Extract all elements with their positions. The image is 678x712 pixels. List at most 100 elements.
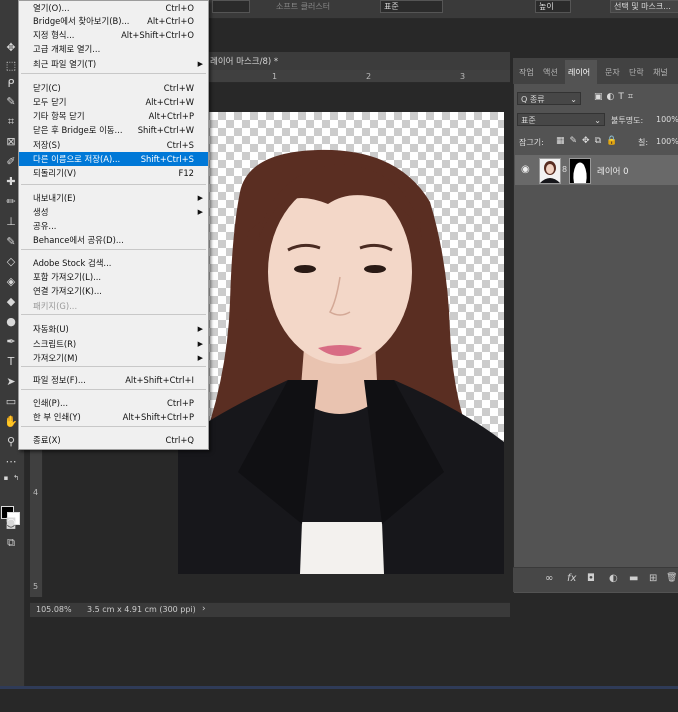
menu-item-label: 공유... [33,221,57,231]
swap-colors-icon[interactable]: ↰ [11,470,21,486]
layer-kind-filter[interactable]: Q 종류 ⌄ [517,92,581,105]
style-select[interactable]: 표준 [380,0,443,13]
menu-item-shortcut: Ctrl+W [163,83,194,93]
type-tool-icon[interactable]: T [3,354,19,370]
menu-item-automate[interactable]: 자동화(U) ▶ [19,322,208,336]
menu-item-label: 닫은 후 Bridge로 이동... [33,125,123,135]
menu-item-open[interactable]: 열기(O)... Ctrl+O [19,1,208,15]
height-field[interactable]: 높이 [535,0,571,13]
layer-thumbnail[interactable] [539,158,561,184]
layer-row[interactable]: ◉ 8 레이어 0 [515,155,678,185]
menu-item-open-as-smart-object[interactable]: 고급 개체로 열기... [19,42,208,56]
menu-item-share-on-behance[interactable]: Behance에서 공유(D)... [19,233,208,247]
eraser-tool-icon[interactable]: ◇ [3,254,19,270]
pen-tool-icon[interactable]: ✒ [3,334,19,350]
opacity-value[interactable]: 100% [656,115,678,124]
tab-character[interactable]: 문자 [605,67,620,78]
menu-item-close-others[interactable]: 기타 항목 닫기 Alt+Ctrl+P [19,109,208,123]
menu-item-revert[interactable]: 되돌리기(V) F12 [19,166,208,180]
menu-item-place-linked[interactable]: 연결 가져오기(K)... [19,284,208,298]
status-menu-chevron-icon[interactable]: › [202,604,206,614]
stamp-tool-icon[interactable]: ⊥ [3,214,19,230]
add-mask-icon[interactable]: ◘ [587,573,595,584]
tab-layers[interactable]: 레이어 [568,67,590,78]
lasso-tool-icon[interactable]: ᑭ [3,76,19,92]
menu-item-export[interactable]: 내보내기(E) ▶ [19,191,208,205]
options-field-2[interactable]: 소프트 클러스터 [272,0,340,13]
frame-tool-icon[interactable]: ⊠ [3,134,19,150]
gradient-tool-icon[interactable]: ◈ [3,274,19,290]
adjustment-layer-icon[interactable]: ◐ [609,573,618,584]
menu-item-label: Behance에서 공유(D)... [33,235,124,245]
menu-item-label: 파일 정보(F)... [33,375,86,385]
history-brush-icon[interactable]: ✎ [3,234,19,250]
menu-item-label: 종료(X) [33,435,61,445]
new-group-icon[interactable]: ▬ [629,573,638,584]
menu-item-browse-in-bridge[interactable]: Bridge에서 찾아보기(B)... Alt+Ctrl+O [19,14,208,28]
menu-item-save[interactable]: 저장(S) Ctrl+S [19,138,208,152]
menu-item-share[interactable]: 공유... [19,219,208,233]
tab-paragraph[interactable]: 단락 [629,67,644,78]
mask-link-icon[interactable]: 8 [562,165,567,174]
blend-mode-select[interactable]: 표준 ⌄ [517,113,605,126]
options-field-1[interactable] [212,0,250,13]
menu-item-import[interactable]: 가져오기(M) ▶ [19,351,208,365]
menu-item-label: 저장(S) [33,140,61,150]
menu-item-close[interactable]: 닫기(C) Ctrl+W [19,81,208,95]
link-layers-icon[interactable]: ∞ [545,573,553,584]
default-colors-icon[interactable]: ▪ [1,470,11,486]
screen-mode-icon[interactable]: ⧉ [3,535,19,551]
menu-item-save-as[interactable]: 다른 이름으로 저장(A)... Shift+Ctrl+S [19,152,208,166]
eyedropper-tool-icon[interactable]: ✐ [3,154,19,170]
path-select-tool-icon[interactable]: ➤ [3,374,19,390]
crop-tool-icon[interactable]: ⌗ [3,114,19,130]
tab-channels[interactable]: 채널 [653,67,668,78]
blur-tool-icon[interactable]: ◆ [3,294,19,310]
menu-item-generate[interactable]: 생성 ▶ [19,205,208,219]
move-tool-icon[interactable]: ✥ [3,40,19,56]
visibility-eye-icon[interactable]: ◉ [521,164,530,175]
more-tools-icon[interactable]: ⋯ [3,454,19,470]
fx-icon[interactable]: fx [567,573,576,584]
document-title: 레이어 마스크/8) * [210,57,279,67]
layer-name[interactable]: 레이어 0 [597,165,629,177]
ruler-tick: 5 [33,582,39,591]
hand-tool-icon[interactable]: ✋ [3,414,19,430]
trash-icon[interactable]: 🗑 [666,573,677,583]
menu-item-close-all[interactable]: 모두 닫기 Alt+Ctrl+W [19,95,208,109]
menu-item-open-recent[interactable]: 최근 파일 열기(T) ▶ [19,57,208,71]
menu-item-scripts[interactable]: 스크립트(R) ▶ [19,337,208,351]
zoom-level[interactable]: 105.08% [36,605,72,614]
panel-tab-bar: 작업 액션 레이어 문자 단락 채널 [513,58,678,84]
menu-item-file-info[interactable]: 파일 정보(F)... Alt+Shift+Ctrl+I [19,373,208,387]
fill-value[interactable]: 100% [656,137,678,146]
dodge-tool-icon[interactable]: ● [3,314,19,330]
quick-select-tool-icon[interactable]: ✎ [3,94,19,110]
brush-tool-icon[interactable]: ✏ [3,194,19,210]
menu-item-print[interactable]: 인쇄(P)... Ctrl+P [19,396,208,410]
filter-icons[interactable]: ▣◐T⌗ [594,92,637,102]
menu-item-place-embedded[interactable]: 포함 가져오기(L)... [19,270,208,284]
document-canvas[interactable] [178,112,504,574]
menu-item-open-as[interactable]: 지정 형식... Alt+Shift+Ctrl+O [19,28,208,42]
healing-tool-icon[interactable]: ✚ [3,174,19,190]
menu-item-label: Bridge에서 찾아보기(B)... [33,16,130,26]
menu-item-shortcut: Alt+Ctrl+P [148,111,194,121]
new-layer-icon[interactable]: ⊞ [649,573,657,584]
menu-item-search-adobe-stock[interactable]: Adobe Stock 검색... [19,256,208,270]
tab-history[interactable]: 작업 [519,67,534,78]
select-and-mask-button[interactable]: 선택 및 마스크... [610,0,678,13]
lock-icons[interactable]: ▦✎✥⧉🔒 [556,136,622,146]
quick-mask-icon[interactable]: ◙ [3,515,19,531]
menu-item-exit[interactable]: 종료(X) Ctrl+Q [19,433,208,447]
menu-item-label: 닫기(C) [33,83,61,93]
layer-mask-thumbnail[interactable] [569,158,591,184]
submenu-arrow-icon: ▶ [197,325,203,333]
zoom-tool-icon[interactable]: ⚲ [3,434,19,450]
menu-item-print-one-copy[interactable]: 한 부 인쇄(Y) Alt+Shift+Ctrl+P [19,410,208,424]
rectangle-tool-icon[interactable]: ▭ [3,394,19,410]
menu-item-close-and-go-to-bridge[interactable]: 닫은 후 Bridge로 이동... Shift+Ctrl+W [19,123,208,137]
marquee-tool-icon[interactable]: ⬚ [3,58,19,74]
tab-actions[interactable]: 액션 [543,67,558,78]
submenu-arrow-icon: ▶ [197,340,203,348]
